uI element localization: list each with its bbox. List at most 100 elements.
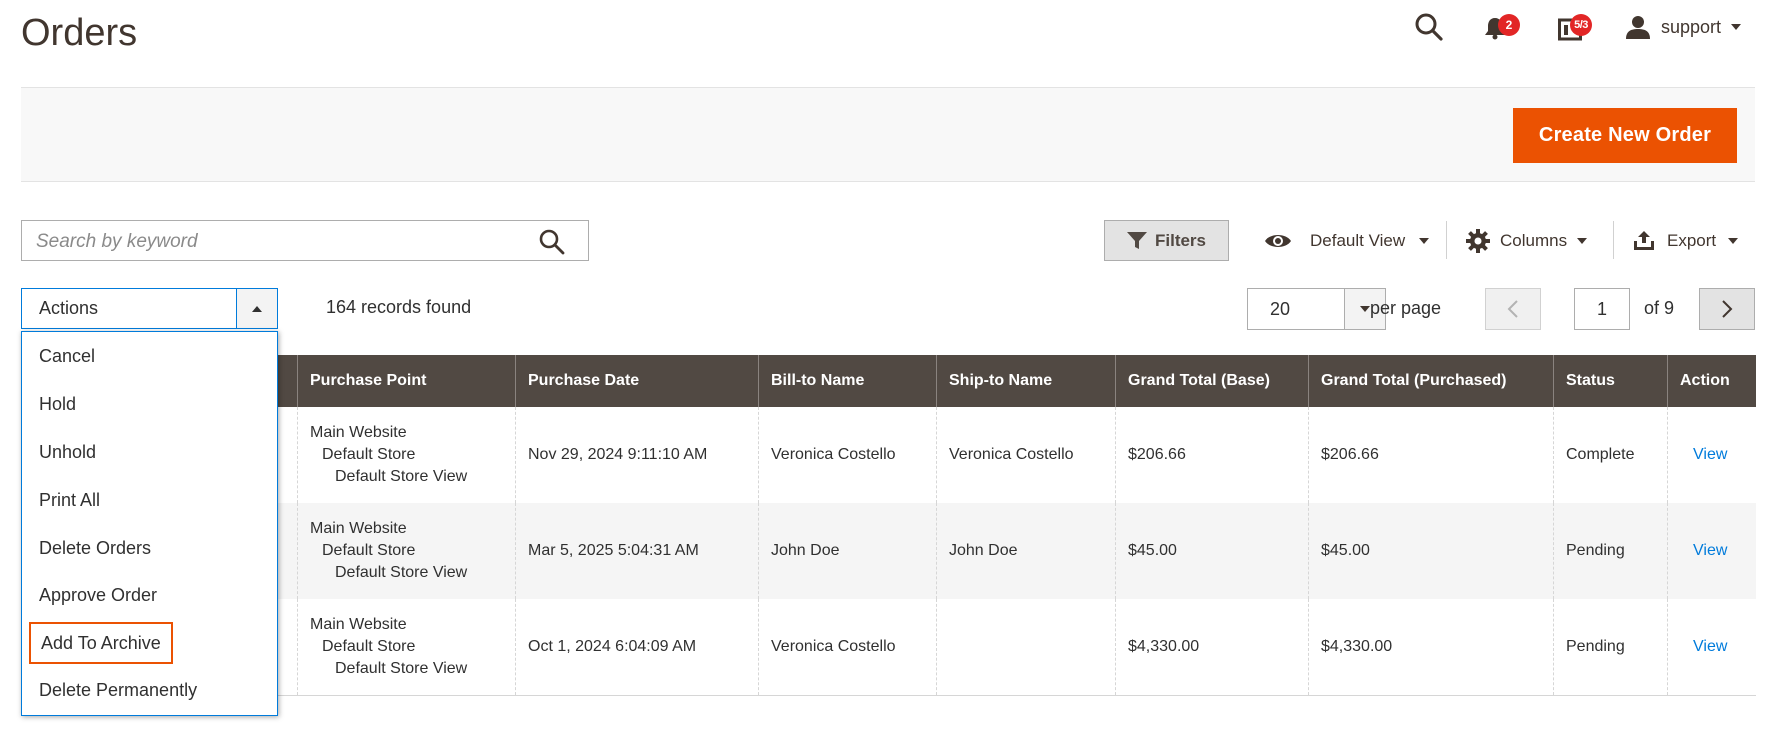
export-control[interactable]: Export bbox=[1633, 220, 1739, 261]
toolbar-divider bbox=[1446, 221, 1447, 259]
action-add-to-archive[interactable]: Add To Archive bbox=[29, 622, 173, 664]
eye-icon bbox=[1265, 234, 1291, 247]
action-cell: View bbox=[1667, 503, 1756, 599]
search-submit-button[interactable] bbox=[538, 228, 566, 261]
filters-button[interactable]: Filters bbox=[1104, 220, 1229, 261]
ship-to-name-cell bbox=[936, 599, 1116, 696]
filters-label: Filters bbox=[1154, 230, 1207, 250]
grand-total-purchased-cell: $45.00 bbox=[1308, 503, 1554, 599]
system-messages-count-badge: 5/3 bbox=[1570, 14, 1592, 36]
purchase-point-website: Main Website bbox=[310, 424, 407, 441]
filter-icon bbox=[1126, 231, 1147, 249]
column-header-grand-total-base[interactable]: Grand Total (Base) bbox=[1115, 355, 1309, 407]
view-order-link[interactable]: View bbox=[1680, 638, 1727, 655]
bill-to-name-cell: Veronica Costello bbox=[758, 599, 937, 696]
per-page-select[interactable]: 20 bbox=[1247, 288, 1386, 330]
action-cell: View bbox=[1667, 599, 1756, 696]
user-name: support bbox=[1661, 16, 1722, 37]
columns-label: Columns bbox=[1500, 230, 1568, 250]
column-header-status[interactable]: Status bbox=[1553, 355, 1668, 407]
status-cell: Pending bbox=[1553, 599, 1668, 696]
grand-total-base-cell: $45.00 bbox=[1115, 503, 1309, 599]
chevron-down-icon bbox=[1577, 237, 1588, 244]
ship-to-name-cell: Veronica Costello bbox=[936, 407, 1116, 503]
export-icon bbox=[1634, 230, 1654, 250]
action-cancel[interactable]: Cancel bbox=[39, 344, 95, 368]
table-row[interactable]: Main Website Default Store Default Store… bbox=[21, 599, 1756, 696]
view-label: Default View bbox=[1310, 230, 1406, 250]
purchase-point-website: Main Website bbox=[310, 615, 407, 633]
status-cell: Complete bbox=[1553, 407, 1668, 503]
grand-total-purchased-cell: $4,330.00 bbox=[1308, 599, 1554, 696]
status-cell: Pending bbox=[1553, 503, 1668, 599]
purchase-point-store: Default Store bbox=[322, 542, 416, 559]
grand-total-base-cell: $206.66 bbox=[1115, 407, 1309, 503]
action-approve-order[interactable]: Approve Order bbox=[39, 583, 157, 607]
view-selector[interactable]: Default View bbox=[1264, 220, 1430, 261]
actions-label: Actions bbox=[39, 298, 99, 318]
chevron-up-icon bbox=[252, 305, 262, 312]
action-unhold[interactable]: Unhold bbox=[39, 440, 96, 464]
toolbar-divider bbox=[1613, 221, 1614, 259]
per-page-label: per page bbox=[1370, 298, 1442, 318]
action-delete-orders[interactable]: Delete Orders bbox=[39, 536, 151, 560]
orders-grid: Purchase Point Purchase Date Bill-to Nam… bbox=[21, 355, 1756, 696]
global-search-button[interactable] bbox=[1414, 12, 1444, 47]
purchase-date-cell: Oct 1, 2024 6:04:09 AM bbox=[515, 599, 759, 696]
column-header-bill-to-name[interactable]: Bill-to Name bbox=[758, 355, 937, 407]
table-row[interactable]: Main Website Default Store Default Store… bbox=[21, 503, 1756, 599]
notifications-count-badge: 2 bbox=[1498, 14, 1520, 36]
bill-to-name-cell: Veronica Costello bbox=[758, 407, 937, 503]
export-label: Export bbox=[1667, 230, 1717, 250]
column-header-grand-total-purchased[interactable]: Grand Total (Purchased) bbox=[1308, 355, 1554, 407]
gear-icon bbox=[1466, 228, 1490, 253]
purchase-point-store-view: Default Store View bbox=[335, 659, 468, 677]
column-header-purchase-date[interactable]: Purchase Date bbox=[515, 355, 759, 407]
purchase-point-store: Default Store bbox=[322, 446, 416, 463]
grand-total-base-cell: $4,330.00 bbox=[1115, 599, 1309, 696]
search-input[interactable] bbox=[34, 229, 538, 255]
grid-header-row: Purchase Point Purchase Date Bill-to Nam… bbox=[21, 355, 1756, 407]
ship-to-name-cell: John Doe bbox=[936, 503, 1116, 599]
view-order-link[interactable]: View bbox=[1680, 446, 1727, 463]
bill-to-name-cell: John Doe bbox=[758, 503, 937, 599]
user-icon bbox=[1626, 16, 1650, 39]
columns-control[interactable]: Columns bbox=[1466, 220, 1588, 261]
purchase-point-cell: Main Website Default Store Default Store… bbox=[297, 407, 516, 503]
chevron-down-icon bbox=[1728, 237, 1739, 244]
system-messages-button[interactable]: 5/3 bbox=[1558, 14, 1598, 48]
grand-total-purchased-cell: $206.66 bbox=[1308, 407, 1554, 503]
chevron-down-icon bbox=[1731, 24, 1742, 30]
view-order-link[interactable]: View bbox=[1680, 542, 1727, 559]
purchase-point-store-view: Default Store View bbox=[335, 468, 468, 485]
create-new-order-button[interactable]: Create New Order bbox=[1513, 108, 1737, 163]
next-page-button[interactable] bbox=[1699, 288, 1755, 330]
keyword-search bbox=[21, 220, 589, 261]
table-row[interactable]: Main Website Default Store Default Store… bbox=[21, 407, 1756, 503]
user-account-menu[interactable]: support bbox=[1625, 12, 1742, 42]
actions-toggle-button[interactable] bbox=[236, 289, 277, 328]
actions-dropdown[interactable]: Actions bbox=[21, 288, 278, 329]
search-icon bbox=[539, 229, 565, 255]
actions-menu: Cancel Hold Unhold Print All Delete Orde… bbox=[21, 331, 278, 716]
purchase-date-cell: Mar 5, 2025 5:04:31 AM bbox=[515, 503, 759, 599]
chevron-right-icon bbox=[1722, 300, 1733, 318]
search-icon bbox=[1415, 13, 1443, 41]
purchase-point-store-view: Default Store View bbox=[335, 564, 468, 581]
page-title: Orders bbox=[21, 12, 138, 54]
column-header-purchase-point[interactable]: Purchase Point bbox=[297, 355, 516, 407]
action-print-all[interactable]: Print All bbox=[39, 488, 100, 512]
previous-page-button[interactable] bbox=[1485, 288, 1541, 330]
per-page-value: 20 bbox=[1270, 299, 1291, 319]
action-hold[interactable]: Hold bbox=[39, 392, 76, 416]
action-cell: View bbox=[1667, 407, 1756, 503]
column-header-action: Action bbox=[1667, 355, 1756, 407]
chevron-down-icon bbox=[1360, 306, 1370, 312]
notifications-button[interactable]: 2 bbox=[1484, 14, 1524, 48]
purchase-point-cell: Main Website Default Store Default Store… bbox=[297, 599, 516, 696]
page-actions-bar: Create New Order bbox=[21, 87, 1755, 182]
current-page-input[interactable] bbox=[1574, 288, 1630, 330]
action-delete-permanently[interactable]: Delete Permanently bbox=[39, 678, 197, 702]
records-found: 164 records found bbox=[326, 297, 472, 317]
column-header-ship-to-name[interactable]: Ship-to Name bbox=[936, 355, 1116, 407]
